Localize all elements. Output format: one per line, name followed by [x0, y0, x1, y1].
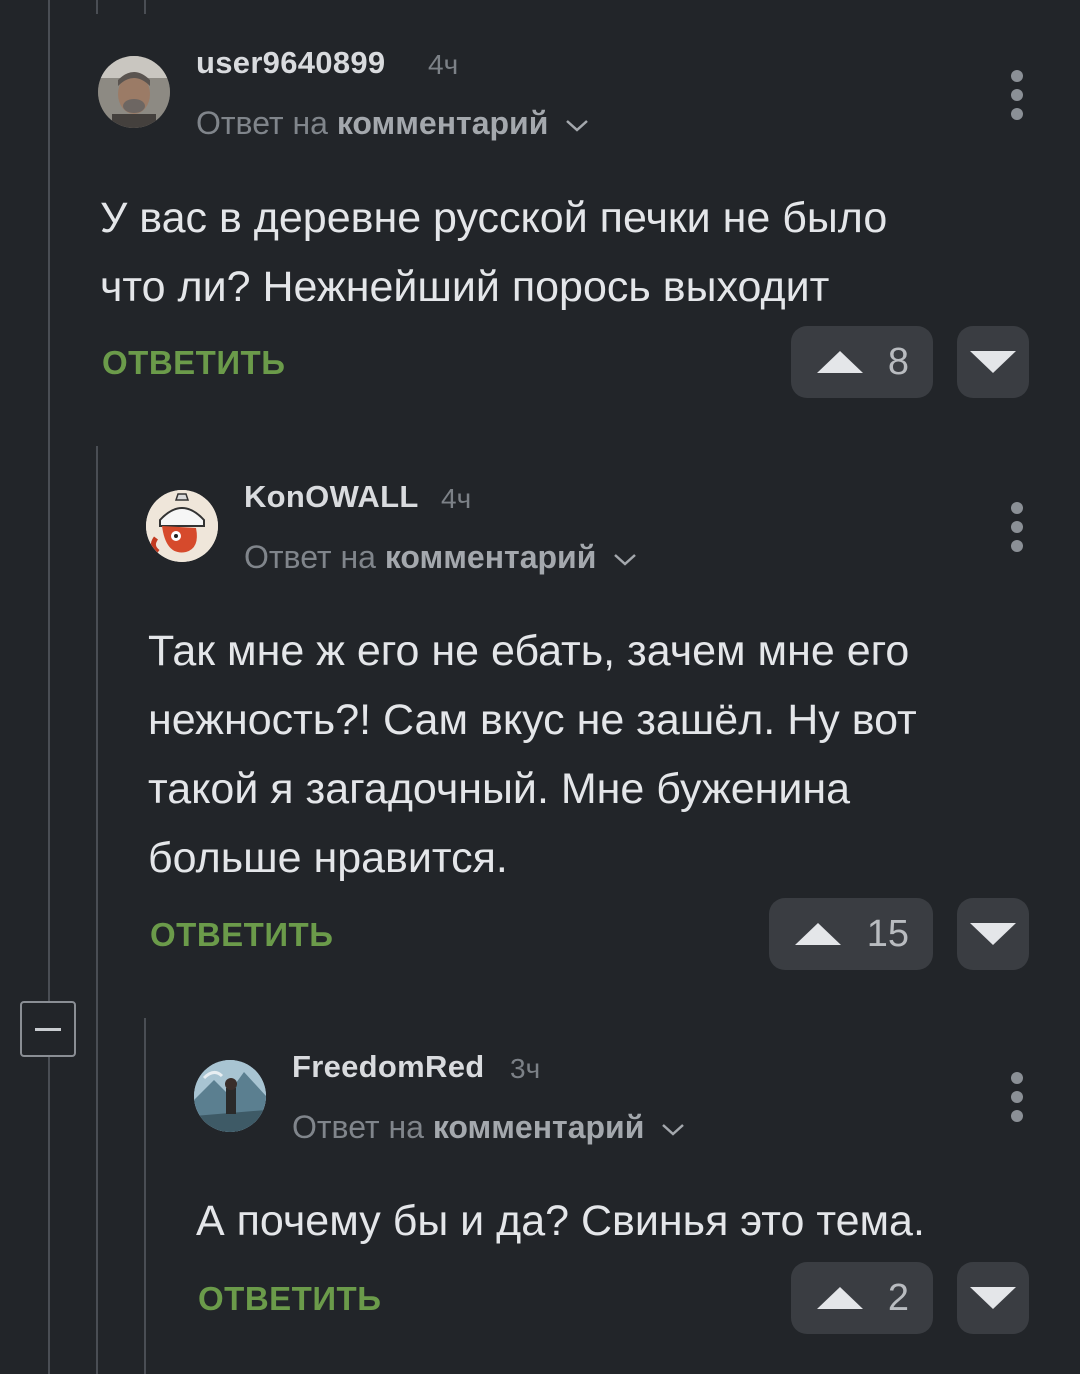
kebab-menu-icon[interactable] [1011, 1072, 1025, 1129]
collapse-thread-button[interactable] [20, 1001, 76, 1057]
comment-line: что ли? Нежнейший порось выходит [100, 263, 830, 311]
minus-icon [35, 1027, 61, 1031]
thread-line [96, 446, 98, 1374]
kebab-menu-icon[interactable] [1011, 70, 1025, 127]
avatar[interactable] [98, 56, 170, 128]
username[interactable]: user9640899 [196, 45, 385, 81]
upvote-button[interactable]: 8 [791, 326, 933, 398]
chevron-down-icon [614, 553, 637, 566]
reply-button[interactable]: ОТВЕТИТЬ [102, 344, 285, 382]
reply-target: комментарий [336, 105, 549, 141]
comment-line: Так мне ж его не ебать, зачем мне его [148, 627, 910, 675]
triangle-down-icon [970, 923, 1016, 945]
triangle-up-icon [817, 351, 863, 373]
reply-button[interactable]: ОТВЕТИТЬ [198, 1280, 381, 1318]
thread-line [144, 0, 146, 14]
thread-line [96, 0, 98, 14]
username[interactable]: FreedomRed [292, 1049, 484, 1085]
vote-count: 2 [887, 1276, 909, 1319]
chevron-down-icon [662, 1123, 685, 1136]
downvote-button[interactable] [957, 326, 1029, 398]
upvote-button[interactable]: 15 [769, 898, 933, 970]
reply-to-link[interactable]: Ответ на комментарий [292, 1109, 685, 1146]
avatar[interactable] [146, 490, 218, 562]
downvote-button[interactable] [957, 898, 1029, 970]
triangle-up-icon [795, 923, 841, 945]
triangle-up-icon [817, 1287, 863, 1309]
comment-line: нежность?! Сам вкус не зашёл. Ну вот [148, 696, 917, 744]
thread-line [144, 1018, 146, 1374]
reply-prefix: Ответ на [292, 1109, 424, 1145]
downvote-button[interactable] [957, 1262, 1029, 1334]
username[interactable]: KonOWALL [244, 479, 419, 515]
comment-line: А почему бы и да? Свинья это тема. [196, 1197, 925, 1245]
thread-line [48, 1057, 50, 1374]
reply-target: комментарий [432, 1109, 645, 1145]
reply-to-link[interactable]: Ответ на комментарий [244, 539, 637, 576]
reply-prefix: Ответ на [196, 105, 328, 141]
upvote-button[interactable]: 2 [791, 1262, 933, 1334]
comment-line: больше нравится. [148, 834, 508, 882]
triangle-down-icon [970, 351, 1016, 373]
comment-line: У вас в деревне русской печки не было [100, 194, 888, 242]
comment-line: такой я загадочный. Мне буженина [148, 765, 851, 813]
comment-text: А почему бы и да? Свинья это тема. [196, 1187, 1066, 1256]
chevron-down-icon [566, 119, 589, 132]
vote-count: 15 [866, 912, 909, 955]
reply-prefix: Ответ на [244, 539, 376, 575]
timestamp: 4ч [428, 49, 459, 80]
reply-target: комментарий [384, 539, 597, 575]
triangle-down-icon [970, 1287, 1016, 1309]
comment-text: Так мне ж его не ебать, зачем мне его не… [148, 617, 1068, 893]
timestamp: 4ч [441, 483, 472, 514]
timestamp: 3ч [510, 1053, 541, 1084]
avatar[interactable] [194, 1060, 266, 1132]
reply-button[interactable]: ОТВЕТИТЬ [150, 916, 333, 954]
reply-to-link[interactable]: Ответ на комментарий [196, 105, 589, 142]
thread-line [48, 0, 50, 1001]
comment-text: У вас в деревне русской печки не было чт… [100, 184, 1050, 322]
vote-count: 8 [887, 340, 909, 383]
kebab-menu-icon[interactable] [1011, 502, 1025, 559]
